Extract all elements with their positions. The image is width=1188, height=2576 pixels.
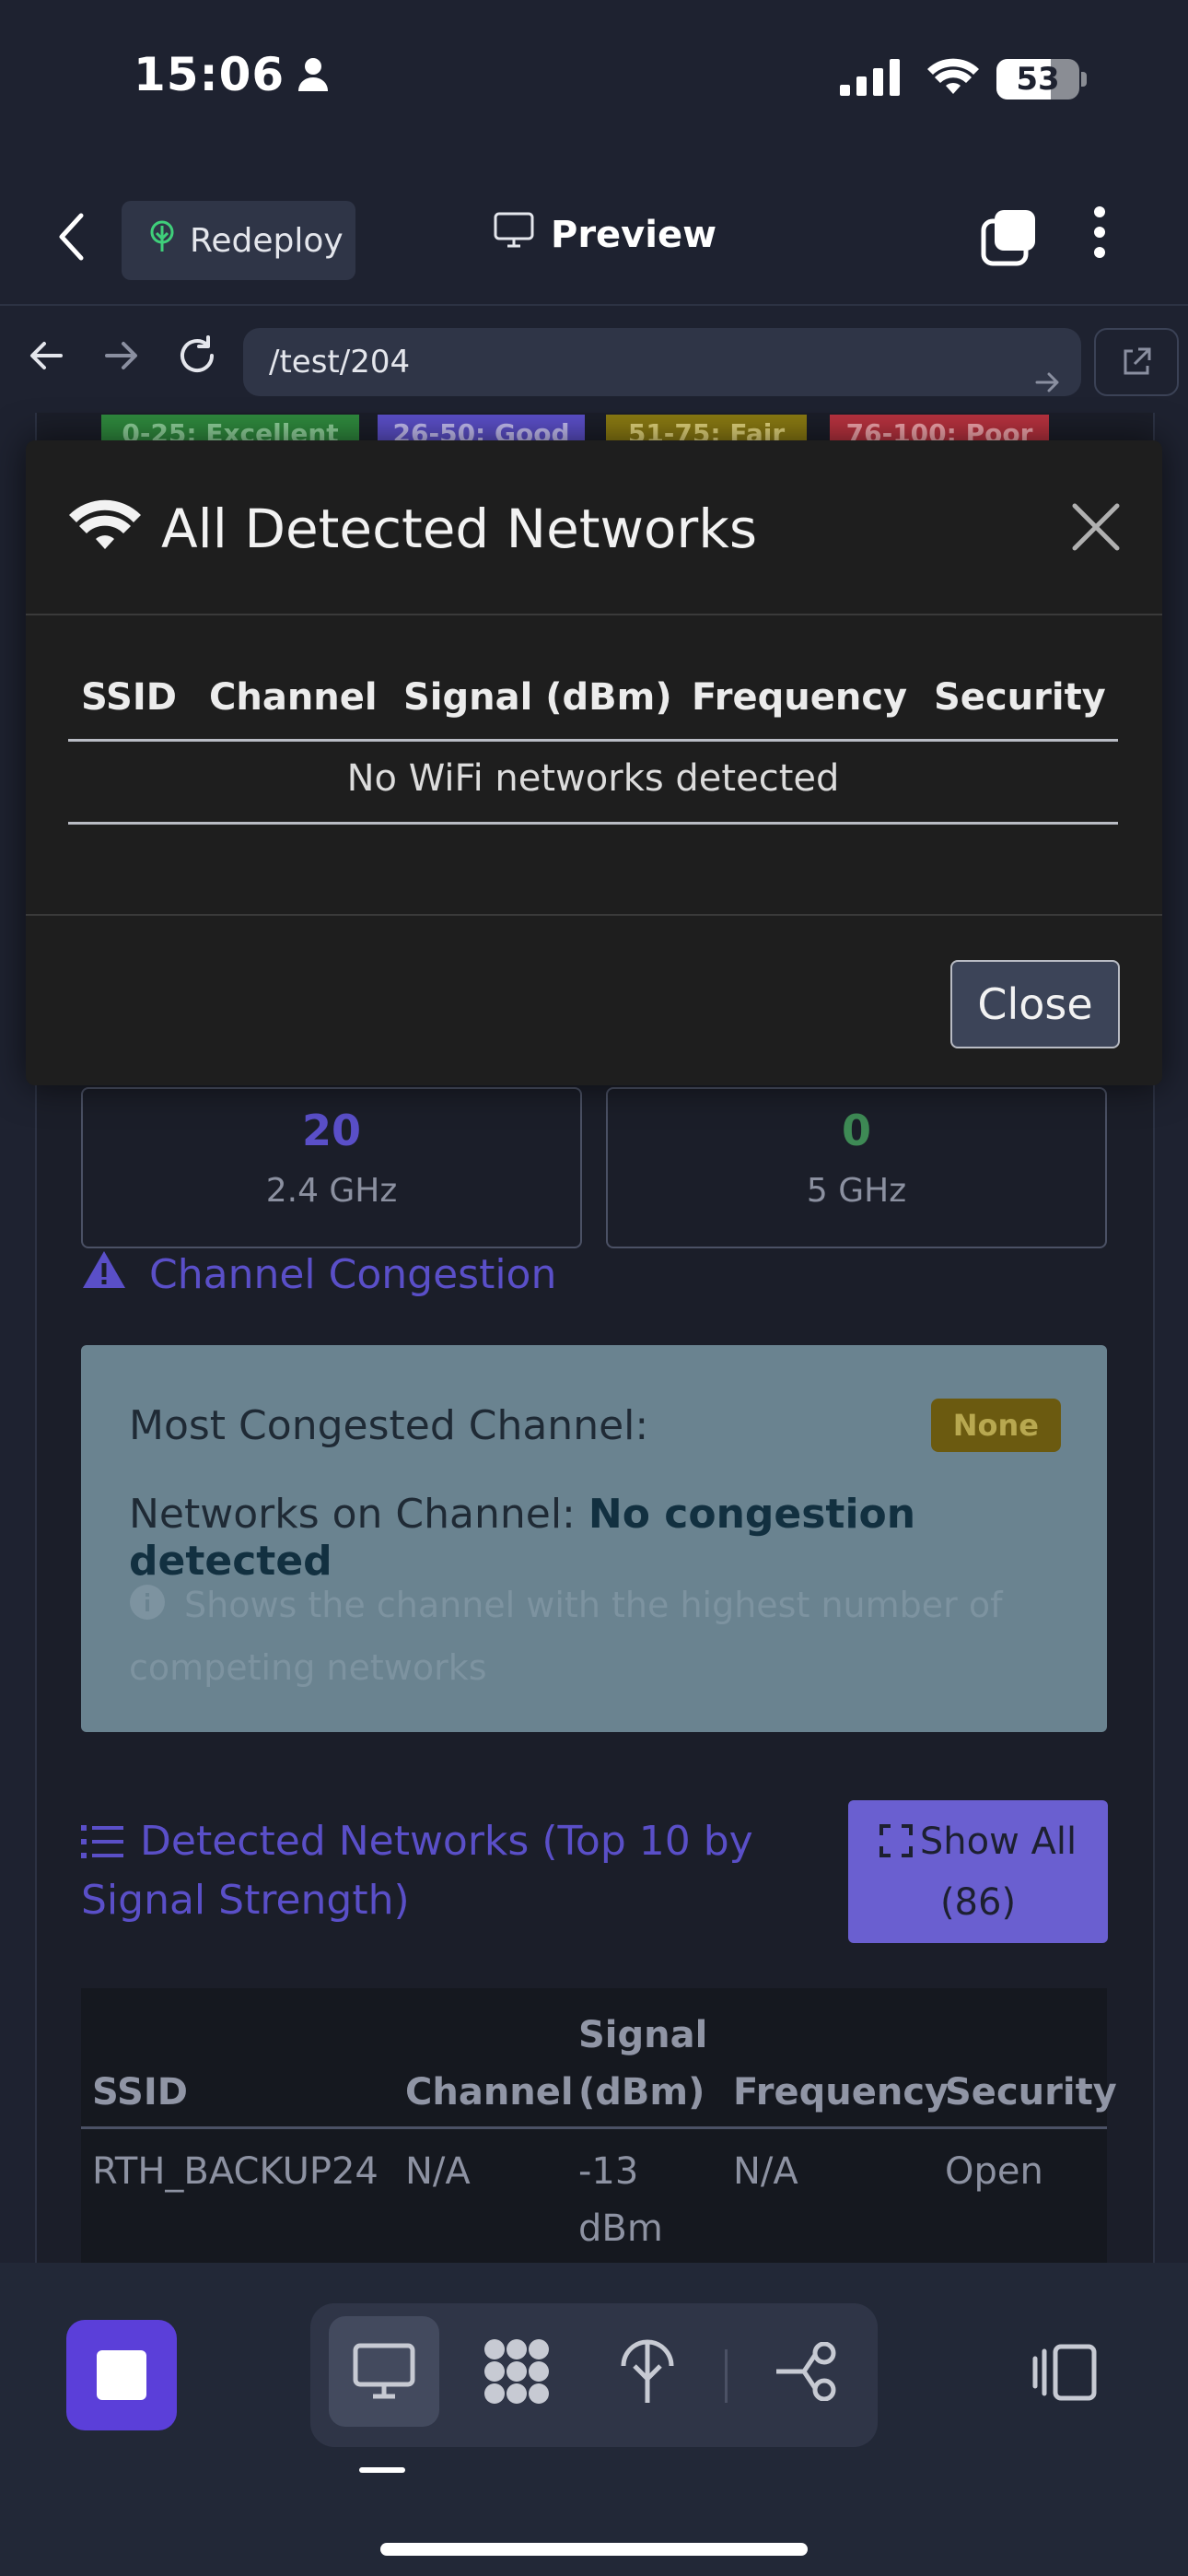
- more-options-icon[interactable]: [1092, 205, 1107, 263]
- cell-ssid: RTH_BACKUP24: [92, 2150, 379, 2193]
- cell-signal-line2: dBm: [578, 2207, 663, 2250]
- url-field[interactable]: /test/204: [243, 328, 1081, 396]
- monitor-icon: [494, 212, 534, 258]
- grid-apps-icon[interactable]: [461, 2316, 572, 2427]
- cellular-signal-icon: [840, 59, 901, 100]
- modal-col-ssid: SSID: [81, 676, 177, 719]
- tabs-icon[interactable]: [980, 208, 1039, 271]
- open-external-icon[interactable]: [1094, 328, 1179, 396]
- show-all-label: Show All: [919, 1821, 1077, 1863]
- app-header: Redeploy Preview: [0, 175, 1188, 304]
- modal-title: All Detected Networks: [161, 498, 758, 560]
- home-indicator: [380, 2543, 808, 2556]
- detected-networks-heading: Detected Networks (Top 10 by Signal Stre…: [81, 1815, 809, 1927]
- cell-frequency: N/A: [733, 2150, 798, 2193]
- stop-button[interactable]: [66, 2320, 177, 2430]
- col-channel: Channel: [405, 2071, 574, 2113]
- congestion-hint: Shows the channel with the highest numbe…: [129, 1575, 1050, 1697]
- modal-col-channel: Channel: [209, 676, 378, 719]
- stat-24ghz: 20 2.4 GHz: [81, 1087, 582, 1248]
- wifi-icon: [68, 496, 142, 555]
- deploy-tree-icon[interactable]: [592, 2316, 703, 2427]
- modal-col-security: Security: [934, 676, 1106, 719]
- stat-5ghz-value: 0: [841, 1106, 871, 1155]
- most-congested-badge: None: [930, 1399, 1061, 1452]
- congestion-card: Most Congested Channel: None Networks on…: [81, 1345, 1107, 1732]
- col-frequency: Frequency: [733, 2071, 949, 2113]
- status-bar: 15:06 53: [0, 0, 1188, 157]
- list-icon: [81, 1821, 123, 1874]
- reload-icon[interactable]: [175, 334, 219, 381]
- preview-label: Preview: [551, 214, 717, 256]
- back-chevron-icon[interactable]: [57, 212, 85, 265]
- person-icon: [297, 57, 329, 92]
- go-arrow-icon[interactable]: [1035, 350, 1061, 418]
- close-button[interactable]: Close: [950, 960, 1120, 1048]
- bottom-toolbar: [0, 2263, 1188, 2576]
- modal-empty-message: No WiFi networks detected: [346, 757, 840, 800]
- info-icon: [129, 1579, 166, 1638]
- close-icon[interactable]: [1072, 503, 1120, 555]
- active-tab-indicator: [359, 2467, 405, 2473]
- monitor-tool-icon[interactable]: [329, 2316, 439, 2427]
- modal-col-frequency: Frequency: [692, 676, 908, 719]
- show-all-count: (86): [939, 1881, 1017, 1924]
- wifi-status-icon: [926, 55, 980, 100]
- tool-group: [310, 2303, 878, 2447]
- redeploy-button[interactable]: Redeploy: [122, 201, 355, 280]
- cell-security: Open: [945, 2150, 1043, 2193]
- col-security: Security: [945, 2071, 1117, 2113]
- clock-text: 15:06: [134, 48, 285, 101]
- status-time: 15:06: [134, 48, 329, 101]
- channel-congestion-title: Channel Congestion: [149, 1251, 557, 1298]
- split-view-icon[interactable]: [1031, 2344, 1098, 2405]
- show-all-button[interactable]: Show All (86): [848, 1800, 1108, 1943]
- redeploy-label: Redeploy: [190, 221, 344, 260]
- url-text: /test/204: [269, 344, 411, 381]
- stat-5ghz-label: 5 GHz: [806, 1172, 907, 1210]
- warning-triangle-icon: [81, 1249, 127, 1300]
- expand-icon: [879, 1817, 913, 1874]
- col-signal-line1: Signal: [578, 2014, 708, 2056]
- networks-on-channel-label: Networks on Channel:: [129, 1491, 576, 1538]
- col-signal-line2: (dBm): [578, 2071, 705, 2113]
- browser-forward-icon[interactable]: [103, 337, 140, 378]
- stat-24ghz-value: 20: [301, 1106, 361, 1155]
- browser-bar: /test/204: [0, 313, 1188, 409]
- tree-icon: [147, 220, 177, 262]
- all-networks-modal: All Detected Networks SSID Channel Signa…: [26, 440, 1162, 1085]
- networks-on-channel: Networks on Channel: No congestion detec…: [129, 1491, 1107, 1585]
- modal-header: All Detected Networks: [26, 440, 1162, 615]
- detected-networks-table: SSID Channel Signal (dBm) Frequency Secu…: [81, 1988, 1117, 2265]
- cell-signal-line1: -13: [578, 2150, 639, 2193]
- battery-level: 53: [1016, 61, 1060, 98]
- preview-title: Preview: [494, 212, 716, 258]
- most-congested-label: Most Congested Channel:: [129, 1402, 649, 1449]
- browser-back-icon[interactable]: [28, 337, 64, 378]
- modal-col-signal: Signal (dBm): [403, 676, 672, 719]
- detected-networks-title: Detected Networks (Top 10 by Signal Stre…: [81, 1818, 753, 1924]
- share-nodes-icon[interactable]: [751, 2316, 861, 2427]
- stat-24ghz-label: 2.4 GHz: [265, 1172, 398, 1210]
- congestion-hint-text: Shows the channel with the highest numbe…: [129, 1585, 1003, 1688]
- stat-5ghz: 0 5 GHz: [606, 1087, 1107, 1248]
- battery-icon: 53: [996, 59, 1079, 100]
- channel-congestion-heading: Channel Congestion: [81, 1249, 556, 1300]
- cell-channel: N/A: [405, 2150, 471, 2193]
- col-ssid: SSID: [92, 2071, 188, 2113]
